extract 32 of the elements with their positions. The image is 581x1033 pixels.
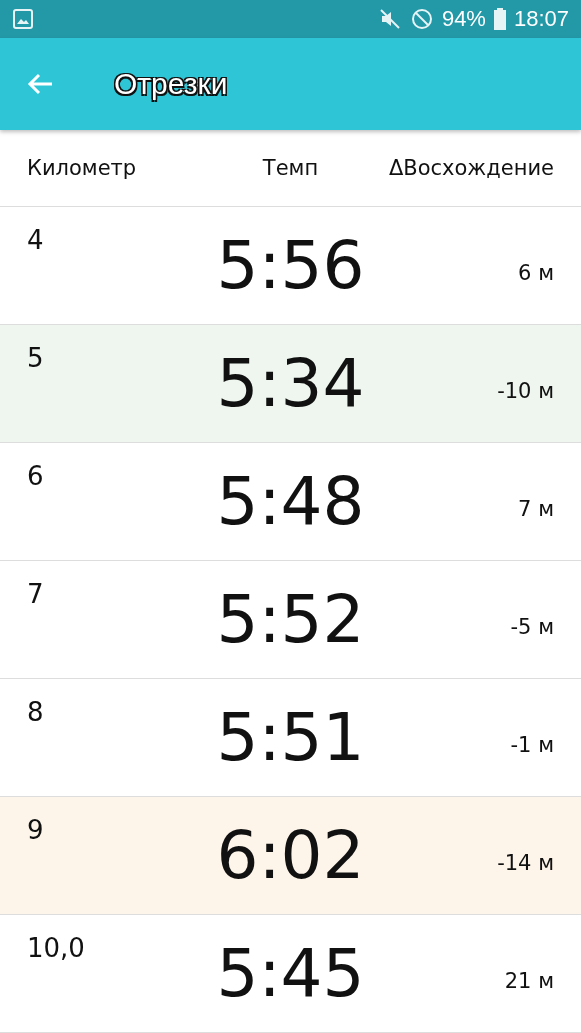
battery-percentage: 94% xyxy=(441,6,486,32)
elevation-cell: 21 м xyxy=(504,968,554,993)
elevation-cell: 6 м xyxy=(518,260,554,285)
battery-icon xyxy=(493,8,506,30)
kilometer-cell: 7 xyxy=(27,579,44,609)
clock: 18:07 xyxy=(513,6,569,32)
kilometer-cell: 6 xyxy=(27,461,44,491)
pace-cell: 6:02 xyxy=(216,817,365,894)
column-header: Километр xyxy=(27,156,138,180)
column-header: Темп xyxy=(261,156,320,180)
mute-icon xyxy=(377,7,402,31)
elevation-cell: 7 м xyxy=(518,496,554,521)
kilometer-cell: 8 xyxy=(27,697,44,727)
pace-cell: 5:56 xyxy=(216,227,365,304)
elevation-cell: -10 м xyxy=(497,378,554,403)
kilometer-cell: 10,0 xyxy=(27,933,85,963)
elevation-cell: -14 м xyxy=(497,850,554,875)
elevation-cell: -1 м xyxy=(510,732,554,757)
screen-title: Отрезки xyxy=(114,67,228,101)
pace-cell: 5:52 xyxy=(216,581,365,658)
back-arrow-icon xyxy=(26,72,54,96)
pace-cell: 5:45 xyxy=(216,935,365,1012)
pace-cell: 5:48 xyxy=(216,463,365,540)
elevation-cell: -5 м xyxy=(510,614,554,639)
kilometer-cell: 5 xyxy=(27,343,44,373)
column-header: ΔВосхождение xyxy=(387,156,554,180)
blocked-icon xyxy=(409,7,434,31)
kilometer-cell: 4 xyxy=(27,225,44,255)
pace-cell: 5:51 xyxy=(216,699,365,776)
image-icon xyxy=(12,8,34,30)
pace-cell: 5:34 xyxy=(216,345,365,422)
kilometer-cell: 9 xyxy=(27,815,44,845)
